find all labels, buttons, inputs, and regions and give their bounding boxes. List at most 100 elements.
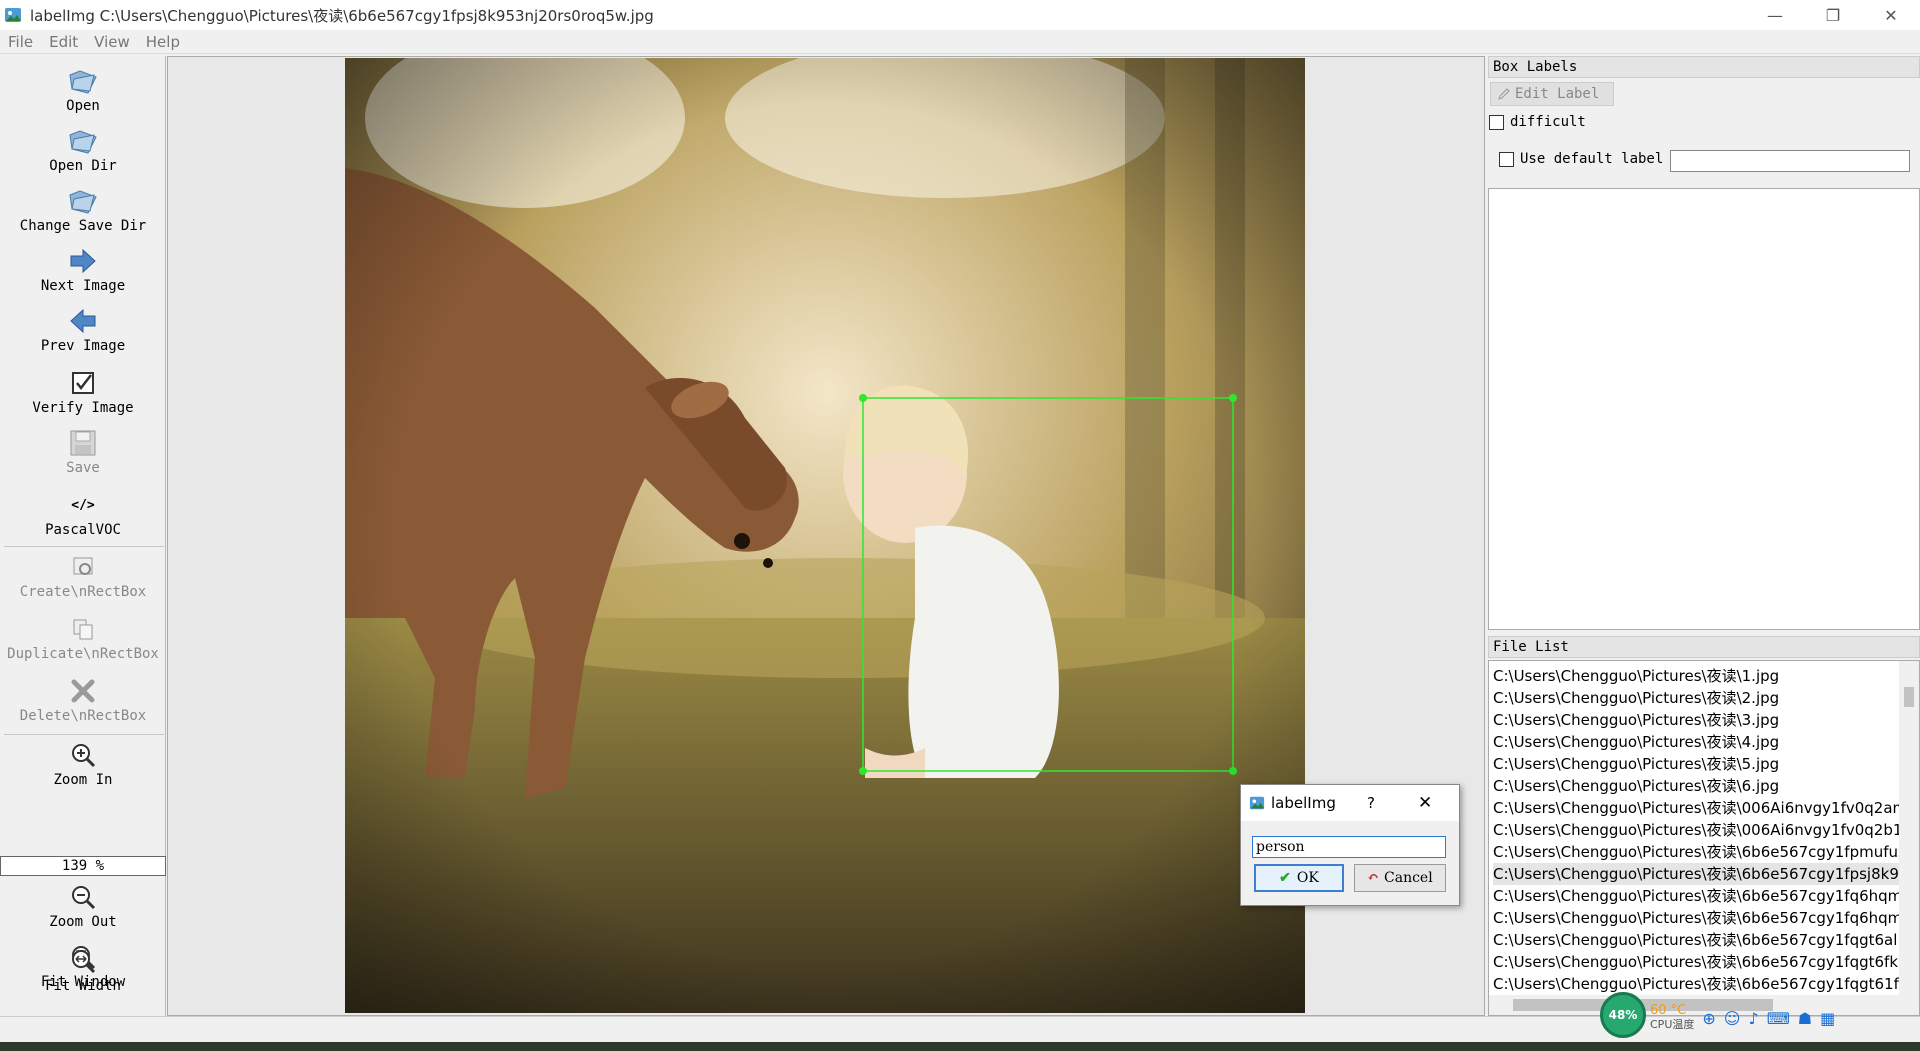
difficult-checkbox[interactable] [1489, 115, 1504, 130]
verify-image-button[interactable]: Verify Image [0, 368, 166, 416]
dialog-help-button[interactable]: ? [1367, 794, 1375, 812]
smiley-icon[interactable]: ☺ [1724, 1009, 1741, 1028]
fit-width-icon [68, 946, 98, 976]
window-title: labelImg C:\Users\Chengguo\Pictures\夜读\6… [30, 6, 654, 25]
file-list-item[interactable]: C:\Users\Chengguo\Pictures\夜读\6b6e567cgy… [1493, 907, 1901, 929]
delete-x-icon [68, 676, 98, 706]
verify-image-label: Verify Image [32, 400, 134, 416]
zoom-out-icon [68, 882, 98, 912]
photo-image[interactable] [345, 58, 1305, 1013]
file-list-item[interactable]: C:\Users\Chengguo\Pictures\夜读\6b6e567cgy… [1493, 951, 1901, 973]
pencil-icon [1498, 88, 1510, 100]
duplicate-rectbox-label: Duplicate\nRectBox [7, 646, 159, 662]
format-label: PascalVOC [45, 522, 121, 538]
open-button[interactable]: Open [0, 66, 166, 114]
zoom-out-button[interactable]: Zoom Out [0, 882, 166, 930]
prev-image-label: Prev Image [40, 338, 126, 354]
menu-file[interactable]: File [8, 33, 33, 51]
delete-rectbox-button[interactable]: Delete\nRectBox [0, 676, 166, 724]
fit-width-label: Fit Width [45, 978, 121, 994]
file-list[interactable]: C:\Users\Chengguo\Pictures\夜读\1.jpg C:\Us… [1488, 660, 1920, 1016]
title-bar: labelImg C:\Users\Chengguo\Pictures\夜读\6… [0, 0, 1920, 30]
toolbar-divider [4, 734, 164, 735]
menu-edit[interactable]: Edit [49, 33, 78, 51]
file-list-item[interactable]: C:\Users\Chengguo\Pictures\夜读\4.jpg [1493, 731, 1901, 753]
use-default-label-checkbox[interactable] [1499, 152, 1514, 167]
difficult-label: difficult [1510, 114, 1586, 130]
plus-icon[interactable]: ⊕ [1702, 1009, 1715, 1028]
file-list-item[interactable]: C:\Users\Chengguo\Pictures\夜读\2.jpg [1493, 687, 1901, 709]
file-list-item[interactable]: C:\Users\Chengguo\Pictures\夜读\006Ai6nvgy… [1493, 797, 1901, 819]
save-button[interactable]: Save [0, 428, 166, 476]
file-list-vscroll[interactable] [1899, 661, 1919, 995]
next-image-label: Next Image [40, 278, 126, 294]
zoom-out-label: Zoom Out [49, 914, 117, 930]
save-label: Save [66, 460, 100, 476]
zoom-in-icon [68, 740, 98, 770]
code-icon: </> [71, 497, 95, 513]
file-list-item[interactable]: C:\Users\Chengguo\Pictures\夜读\6b6e567cgy… [1493, 863, 1901, 885]
toolbar-divider [4, 546, 164, 547]
next-image-button[interactable]: Next Image [0, 246, 166, 294]
microphone-icon[interactable]: ♪ [1748, 1009, 1758, 1028]
edit-label-text: Edit Label [1515, 86, 1600, 102]
cancel-label: Cancel [1384, 870, 1433, 886]
change-save-dir-button[interactable]: Change Save Dir [0, 186, 166, 234]
file-list-item[interactable]: C:\Users\Chengguo\Pictures\夜读\6b6e567cgy… [1493, 841, 1901, 863]
use-default-label-text: Use default label [1520, 151, 1664, 167]
cancel-button[interactable]: ↶ Cancel [1354, 864, 1446, 892]
cpu-usage-gauge[interactable]: 48% [1600, 992, 1646, 1038]
dialog-close-button[interactable]: ✕ [1418, 793, 1432, 813]
file-list-item[interactable]: C:\Users\Chengguo\Pictures\夜读\3.jpg [1493, 709, 1901, 731]
format-button[interactable]: </> PascalVOC [0, 490, 166, 539]
folder-icon [68, 126, 98, 156]
file-list-item[interactable]: C:\Users\Chengguo\Pictures\夜读\6.jpg [1493, 775, 1901, 797]
open-dir-label: Open Dir [49, 158, 117, 174]
folder-icon [68, 66, 98, 96]
duplicate-rectbox-button[interactable]: Duplicate\nRectBox [0, 614, 166, 662]
file-list-item[interactable]: C:\Users\Chengguo\Pictures\夜读\6b6e567cgy… [1493, 885, 1901, 907]
edit-label-button[interactable]: Edit Label [1490, 82, 1614, 106]
toolbar: Open Open Dir Change Save Dir Next Image… [0, 56, 166, 1016]
cpu-temp-value: 60 °C [1650, 1003, 1687, 1018]
close-button[interactable]: ✕ [1862, 0, 1920, 30]
ok-button[interactable]: ✔ OK [1254, 864, 1344, 892]
default-label-input[interactable] [1670, 150, 1910, 172]
menu-help[interactable]: Help [146, 33, 180, 51]
checkbox-verify-icon [68, 368, 98, 398]
system-tray: 48% 60 °C CPU温度 ⊕ ☺ ♪ ⌨ ☗ ▦ [1600, 992, 1835, 1038]
delete-rectbox-label: Delete\nRectBox [19, 708, 147, 724]
zoom-level-field[interactable]: 139 % [0, 856, 166, 876]
restore-button[interactable]: ❐ [1804, 0, 1862, 30]
dialog-title: labelImg [1271, 794, 1336, 812]
shirt-icon[interactable]: ☗ [1798, 1009, 1812, 1028]
label-dialog: labelImg ? ✕ ✔ OK ↶ Cancel [1240, 784, 1460, 906]
ok-label: OK [1296, 870, 1319, 886]
labels-list[interactable] [1488, 188, 1920, 630]
dialog-title-bar: labelImg ? ✕ [1241, 785, 1459, 821]
check-icon: ✔ [1279, 870, 1291, 886]
create-rectbox-label: Create\nRectBox [19, 584, 147, 600]
cpu-temp-widget[interactable]: 60 °C CPU温度 [1650, 1004, 1694, 1032]
prev-image-button[interactable]: Prev Image [0, 306, 166, 354]
fit-width-button[interactable]: Fit Width [0, 946, 166, 994]
undo-icon: ↶ [1367, 870, 1380, 886]
label-input[interactable] [1252, 836, 1446, 858]
folder-icon [68, 186, 98, 216]
menu-view[interactable]: View [94, 33, 130, 51]
grid-icon[interactable]: ▦ [1820, 1009, 1835, 1028]
app-icon [5, 8, 21, 22]
file-list-item[interactable]: C:\Users\Chengguo\Pictures\夜读\6b6e567cgy… [1493, 929, 1901, 951]
keyboard-icon[interactable]: ⌨ [1767, 1009, 1790, 1028]
change-save-dir-label: Change Save Dir [19, 218, 147, 234]
file-list-item[interactable]: C:\Users\Chengguo\Pictures\夜读\006Ai6nvgy… [1493, 819, 1901, 841]
floppy-disk-icon [68, 428, 98, 458]
file-list-item[interactable]: C:\Users\Chengguo\Pictures\夜读\1.jpg [1493, 665, 1901, 687]
arrow-right-icon [68, 246, 98, 276]
file-list-item[interactable]: C:\Users\Chengguo\Pictures\夜读\6b6e567cgy… [1493, 973, 1901, 995]
file-list-item[interactable]: C:\Users\Chengguo\Pictures\夜读\5.jpg [1493, 753, 1901, 775]
create-rectbox-button[interactable]: Create\nRectBox [0, 552, 166, 600]
zoom-in-button[interactable]: Zoom In [0, 740, 166, 788]
minimize-button[interactable]: — [1746, 0, 1804, 30]
open-dir-button[interactable]: Open Dir [0, 126, 166, 174]
